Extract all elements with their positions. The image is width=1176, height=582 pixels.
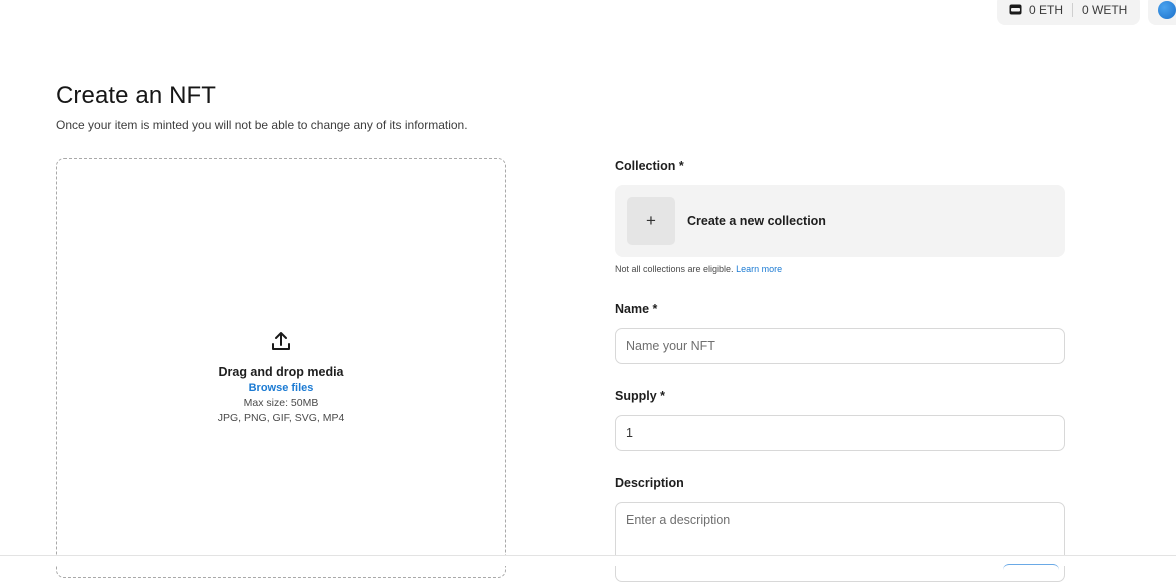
description-input[interactable]	[615, 502, 1065, 582]
name-label: Name *	[615, 302, 658, 316]
name-input[interactable]	[615, 328, 1065, 364]
page-title: Create an NFT	[56, 82, 217, 109]
create-collection-label: Create a new collection	[687, 214, 826, 228]
bottom-action-bar	[0, 555, 1176, 566]
dropzone-title: Drag and drop media	[218, 365, 344, 379]
max-size-text: Max size: 50MB	[243, 397, 319, 409]
learn-more-link[interactable]: Learn more	[736, 264, 782, 274]
weth-balance: 0 WETH	[1082, 2, 1128, 17]
browse-files-link[interactable]: Browse files	[57, 381, 505, 396]
divider	[1072, 2, 1074, 17]
collection-hint-text: Not all collections are eligible.	[615, 264, 734, 274]
supply-input[interactable]	[615, 415, 1065, 451]
page-subtitle: Once your item is minted you will not be…	[56, 118, 468, 132]
media-dropzone[interactable]: Drag and drop media Browse files Max siz…	[56, 158, 506, 578]
account-button[interactable]	[1148, 0, 1176, 25]
wallet-balance[interactable]: 0 ETH 0 WETH	[997, 0, 1140, 25]
avatar	[1158, 0, 1176, 19]
supply-label: Supply *	[615, 389, 666, 403]
eth-balance: 0 ETH	[1029, 2, 1064, 17]
collection-label: Collection *	[615, 159, 684, 173]
description-label: Description	[615, 476, 684, 490]
plus-icon: +	[627, 197, 675, 245]
formats-text: JPG, PNG, GIF, SVG, MP4	[217, 412, 345, 424]
wallet-icon	[1008, 4, 1022, 15]
collection-hint: Not all collections are eligible. Learn …	[615, 264, 782, 274]
upload-icon	[271, 330, 291, 352]
create-collection-button[interactable]: + Create a new collection	[615, 185, 1065, 257]
dropzone-content: Drag and drop media Browse files Max siz…	[57, 330, 505, 426]
